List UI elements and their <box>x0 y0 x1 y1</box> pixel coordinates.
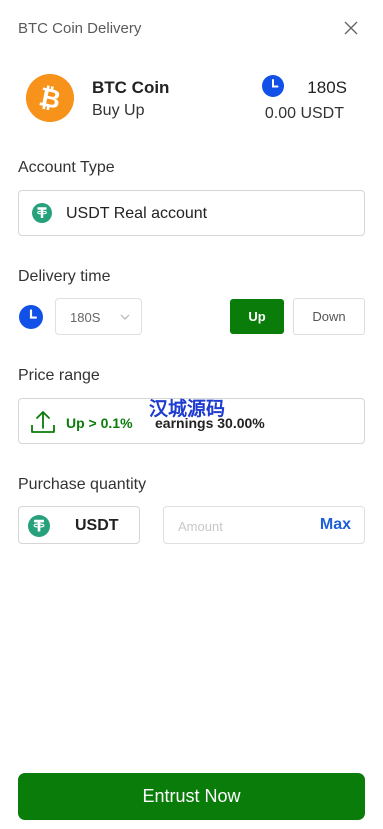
header: BTC Coin Delivery <box>18 20 365 40</box>
account-type-selector[interactable]: USDT Real account <box>18 190 365 236</box>
account-type-value: USDT Real account <box>66 205 208 222</box>
max-button[interactable]: Max <box>320 516 351 534</box>
up-button[interactable]: Up <box>230 299 284 334</box>
clock-icon <box>262 75 284 97</box>
tether-icon <box>32 203 52 223</box>
close-icon[interactable] <box>343 20 359 36</box>
coin-time: 180S <box>307 78 347 97</box>
account-type-label: Account Type <box>18 159 115 176</box>
coin-name: BTC Coin <box>92 78 170 97</box>
amount-field: Max <box>163 506 365 544</box>
upload-arrow-icon <box>31 411 55 433</box>
clock-icon <box>19 305 43 329</box>
watermark-text: 汉城源码 <box>149 398 226 420</box>
delivery-time-value: 180S <box>70 310 101 325</box>
delivery-time-label: Delivery time <box>18 268 111 285</box>
price-range-label: Price range <box>18 367 100 384</box>
tether-icon <box>28 515 50 537</box>
coin-direction: Buy Up <box>92 102 145 119</box>
entrust-now-button[interactable]: Entrust Now <box>18 773 365 820</box>
price-range-box: Up > 0.1% earnings 30.00% 汉城源码 <box>18 398 365 444</box>
currency-selector[interactable]: USDT <box>18 506 140 544</box>
coin-amount: 0.00 USDT <box>264 105 344 122</box>
delivery-time-select[interactable]: 180S <box>55 298 142 335</box>
amount-input[interactable] <box>178 516 308 536</box>
price-up-text: Up > 0.1% <box>66 415 133 431</box>
bitcoin-icon: ₿ <box>26 74 74 122</box>
delivery-time-row: 180S Up Down <box>18 298 365 336</box>
currency-label: USDT <box>75 517 119 534</box>
chevron-down-icon <box>120 314 130 320</box>
purchase-quantity-label: Purchase quantity <box>18 476 147 493</box>
down-button[interactable]: Down <box>293 298 365 335</box>
page-title: BTC Coin Delivery <box>18 20 142 37</box>
coin-summary: ₿ BTC Coin Buy Up 180S 0.00 USDT <box>26 74 365 124</box>
